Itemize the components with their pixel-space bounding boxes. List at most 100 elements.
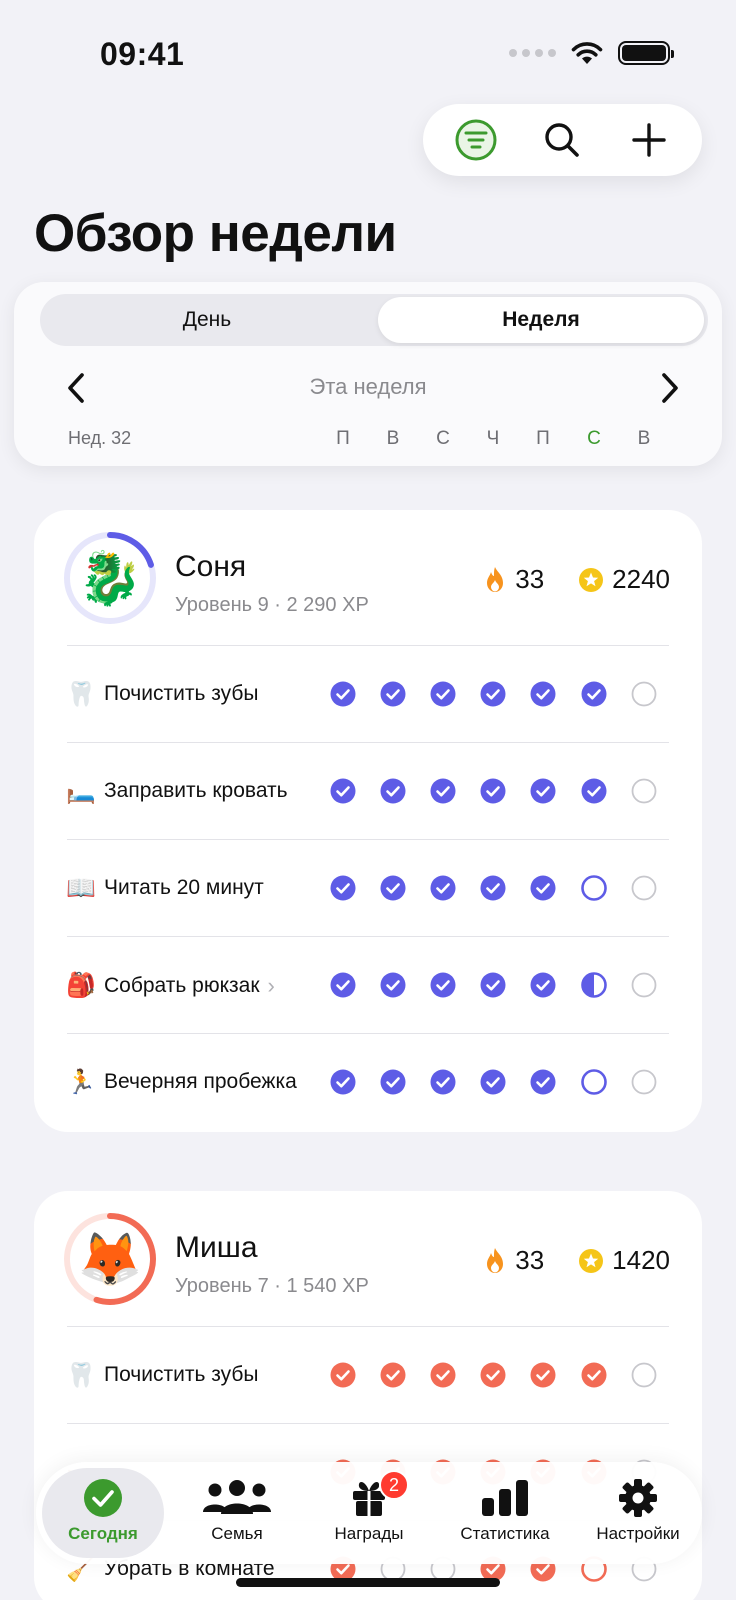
- avatar-emoji: 🐉: [77, 549, 143, 608]
- day-status-empty[interactable]: [631, 1069, 657, 1095]
- day-status-done[interactable]: [430, 681, 456, 707]
- add-button[interactable]: [624, 115, 674, 165]
- task-label: Почистить зубы: [104, 1363, 258, 1387]
- day-status-done[interactable]: [480, 1362, 506, 1388]
- day-status-done[interactable]: [430, 1069, 456, 1095]
- day-status-done[interactable]: [330, 1362, 356, 1388]
- task-emoji-icon: 🏃: [66, 1069, 96, 1096]
- day-status-half[interactable]: [581, 972, 607, 998]
- day-status-done[interactable]: [330, 972, 356, 998]
- flame-icon: [487, 566, 504, 592]
- day-status-done[interactable]: [530, 1362, 556, 1388]
- day-status-done[interactable]: [480, 972, 506, 998]
- task-label: Заправить кровать: [104, 779, 288, 803]
- stars-stat: 1420: [578, 1245, 670, 1276]
- task-emoji-icon: 🦷: [66, 681, 96, 708]
- tab-today[interactable]: Сегодня: [42, 1468, 164, 1558]
- stars-count: 2240: [612, 564, 670, 594]
- weekday-label[interactable]: В: [629, 428, 659, 450]
- day-status-done[interactable]: [530, 875, 556, 901]
- weekday-label[interactable]: В: [378, 428, 408, 450]
- day-status-done[interactable]: [530, 778, 556, 804]
- task-label: Вечерняя пробежка: [104, 1070, 297, 1094]
- tab-label: Награды: [334, 1524, 404, 1543]
- weekday-label[interactable]: С: [428, 428, 458, 450]
- day-status-done[interactable]: [530, 681, 556, 707]
- task-row[interactable]: 🎒 Собрать рюкзак ›: [34, 937, 702, 1033]
- search-icon: [545, 123, 580, 157]
- day-status-done[interactable]: [480, 875, 506, 901]
- avatar-emoji: 🦊: [77, 1230, 143, 1289]
- day-status-done[interactable]: [430, 778, 456, 804]
- day-status-done[interactable]: [380, 778, 406, 804]
- filter-button[interactable]: [451, 115, 501, 165]
- day-status-done[interactable]: [380, 1069, 406, 1095]
- day-status-empty[interactable]: [631, 681, 657, 707]
- filter-icon: [455, 119, 497, 161]
- day-status-done[interactable]: [581, 681, 607, 707]
- day-status-done[interactable]: [380, 875, 406, 901]
- day-status-empty[interactable]: [631, 778, 657, 804]
- day-status-done[interactable]: [480, 778, 506, 804]
- tab-rewards[interactable]: 2 Награды: [308, 1468, 430, 1558]
- day-status-done[interactable]: [480, 1069, 506, 1095]
- tab-settings[interactable]: Настройки: [580, 1468, 696, 1558]
- day-status-done[interactable]: [530, 972, 556, 998]
- day-status-empty[interactable]: [631, 875, 657, 901]
- day-status-done[interactable]: [330, 875, 356, 901]
- day-status-done[interactable]: [380, 972, 406, 998]
- chevron-right-icon: ›: [267, 973, 275, 998]
- member-header[interactable]: 🐉 Соня Уровень 9 · 2 290 XP 33 2240: [34, 510, 702, 645]
- battery-icon: [618, 41, 674, 65]
- task-row[interactable]: 🏃 Вечерняя пробежка: [34, 1034, 702, 1130]
- gear-icon: [617, 1476, 659, 1520]
- day-status-open[interactable]: [581, 1069, 607, 1095]
- bar-chart-icon: [480, 1476, 530, 1520]
- tab-statistics[interactable]: Статистика: [440, 1468, 570, 1558]
- day-status-done[interactable]: [581, 778, 607, 804]
- day-status-done[interactable]: [330, 681, 356, 707]
- weekday-label[interactable]: П: [528, 428, 558, 450]
- task-row[interactable]: 📖 Читать 20 минут: [34, 840, 702, 936]
- member-header[interactable]: 🦊 Миша Уровень 7 · 1 540 XP 33 1420: [34, 1191, 702, 1326]
- day-status-done[interactable]: [430, 1362, 456, 1388]
- day-status-done[interactable]: [330, 1069, 356, 1095]
- task-row[interactable]: 🦷 Почистить зубы: [34, 646, 702, 742]
- flame-icon: [487, 1247, 504, 1273]
- task-label: Почистить зубы: [104, 682, 258, 706]
- day-status-done[interactable]: [380, 681, 406, 707]
- weekday-label[interactable]: С: [579, 428, 609, 450]
- member-stats: 33 1420: [483, 1245, 670, 1276]
- top-action-bar: [423, 104, 702, 176]
- day-status-done[interactable]: [430, 875, 456, 901]
- task-label: Читать 20 минут: [104, 876, 264, 900]
- streak-stat: 33: [483, 1245, 544, 1276]
- tab-label: Настройки: [596, 1524, 680, 1543]
- task-row[interactable]: 🛏️ Заправить кровать: [34, 743, 702, 839]
- day-status-empty[interactable]: [631, 972, 657, 998]
- weekday-label[interactable]: Ч: [478, 428, 508, 450]
- day-status-done[interactable]: [530, 1069, 556, 1095]
- task-row[interactable]: 🦷 Почистить зубы: [34, 1327, 702, 1423]
- avatar: 🐉: [62, 530, 158, 626]
- tab-family[interactable]: Семья: [176, 1468, 298, 1558]
- day-status-done[interactable]: [330, 778, 356, 804]
- task-name: Собрать рюкзак: [104, 974, 260, 997]
- member-card: 🐉 Соня Уровень 9 · 2 290 XP 33 2240 🦷 Поч…: [34, 510, 702, 1132]
- day-status-done[interactable]: [480, 681, 506, 707]
- status-time: 09:41: [100, 36, 185, 72]
- day-status-done[interactable]: [581, 1362, 607, 1388]
- tab-label: Сегодня: [68, 1524, 138, 1543]
- member-name: Соня: [175, 550, 247, 583]
- weekday-header: ПВСЧПСВ: [14, 282, 722, 466]
- day-status-empty[interactable]: [631, 1362, 657, 1388]
- day-status-done[interactable]: [380, 1362, 406, 1388]
- member-name: Миша: [175, 1231, 258, 1264]
- day-status-open[interactable]: [581, 875, 607, 901]
- home-indicator: [236, 1578, 500, 1587]
- search-button[interactable]: [537, 115, 587, 165]
- member-level: Уровень 9 · 2 290 XP: [175, 594, 369, 616]
- page-title: Обзор недели: [34, 204, 397, 263]
- day-status-done[interactable]: [430, 972, 456, 998]
- weekday-label[interactable]: П: [328, 428, 358, 450]
